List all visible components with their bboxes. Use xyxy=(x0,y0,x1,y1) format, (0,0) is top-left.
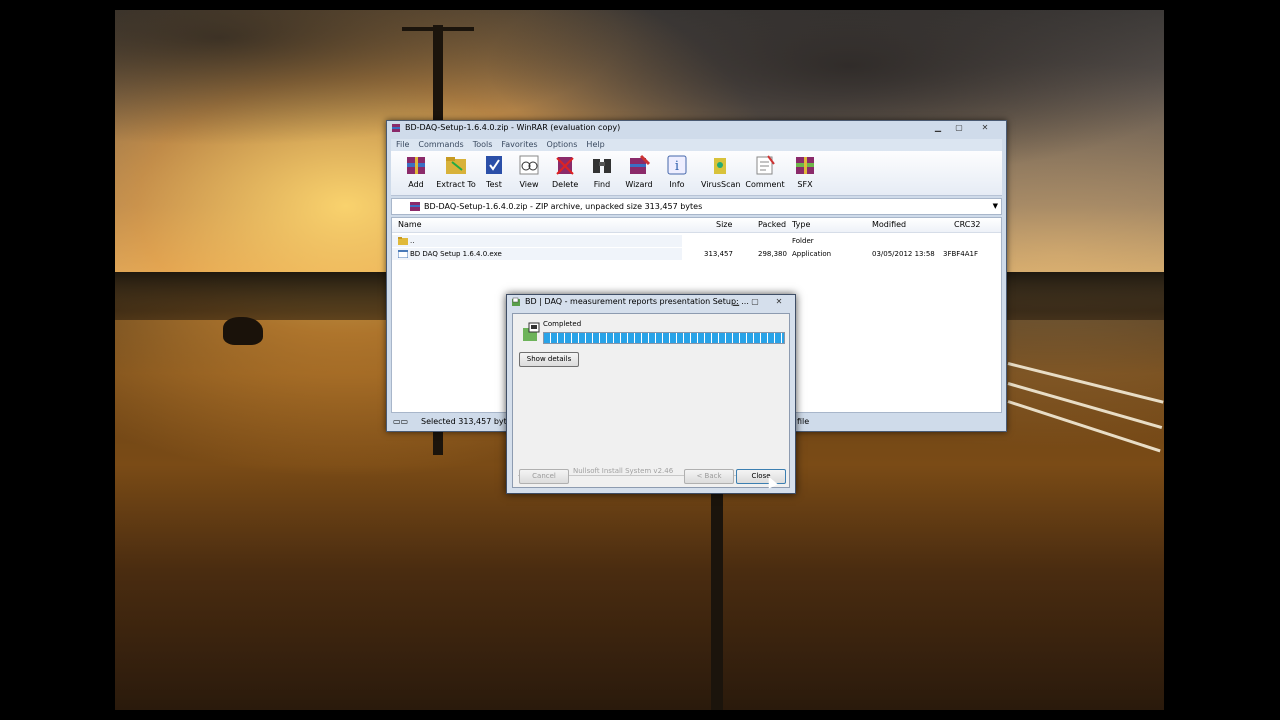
add-label: Add xyxy=(408,180,424,189)
installer-package-icon xyxy=(523,322,540,341)
winrar-titlebar[interactable]: BD-DAQ-Setup-1.6.4.0.zip - WinRAR (evalu… xyxy=(387,121,1006,135)
find-button[interactable]: Find xyxy=(589,154,615,189)
info-icon: i xyxy=(667,155,687,175)
view-button[interactable]: View xyxy=(516,154,542,189)
wizard-label: Wizard xyxy=(625,180,653,189)
utility-pole-lower xyxy=(711,470,723,710)
status-right: file xyxy=(797,417,810,426)
menu-file[interactable]: File xyxy=(396,139,409,151)
row-packed: 298,380 xyxy=(758,250,787,258)
extract-to-button[interactable]: Extract To xyxy=(436,154,476,189)
utility-pole-crossbar xyxy=(402,27,474,31)
view-icon xyxy=(519,155,539,175)
virusscan-icon xyxy=(714,158,726,174)
info-label: Info xyxy=(669,180,685,189)
cancel-button[interactable]: Cancel xyxy=(519,469,569,484)
virusscan-button[interactable]: VirusScan xyxy=(701,154,741,189)
sfx-button[interactable]: SFX xyxy=(793,154,817,189)
test-icon xyxy=(486,156,502,174)
extract-folder-icon xyxy=(446,157,466,174)
toolbar: Add Extract To Test View Delete Find Wiz… xyxy=(391,151,1002,196)
maximize-button[interactable]: ▢ xyxy=(949,122,969,133)
path-text: BD-DAQ-Setup-1.6.4.0.zip - ZIP archive, … xyxy=(424,202,703,211)
add-button[interactable]: Add xyxy=(401,154,431,189)
installer-close-window-button[interactable]: ✕ xyxy=(765,296,793,307)
svg-text:i: i xyxy=(675,159,679,174)
menu-favorites[interactable]: Favorites xyxy=(501,139,537,151)
installer-maximize-button[interactable]: ▢ xyxy=(746,296,764,307)
col-type[interactable]: Type xyxy=(792,218,810,232)
info-button[interactable]: i Info xyxy=(665,154,689,189)
fence-rail xyxy=(1007,400,1161,453)
comment-button[interactable]: Comment xyxy=(745,154,785,189)
minimize-button[interactable]: ▁ xyxy=(928,122,948,133)
status-completed: Completed xyxy=(543,320,582,328)
archive-icon xyxy=(410,202,420,211)
close-button[interactable]: Close xyxy=(736,469,786,484)
col-name[interactable]: Name xyxy=(398,218,422,232)
path-bar[interactable]: BD-DAQ-Setup-1.6.4.0.zip - ZIP archive, … xyxy=(391,198,1002,215)
installer-titlebar[interactable]: BD | DAQ - measurement reports presentat… xyxy=(507,295,795,309)
test-button[interactable]: Test xyxy=(481,154,507,189)
nsis-branding: Nullsoft Install System v2.46 xyxy=(573,467,674,475)
row-name: BD DAQ Setup 1.6.4.0.exe xyxy=(410,250,502,258)
row-modified: 03/05/2012 13:58 xyxy=(872,250,935,258)
comment-label: Comment xyxy=(745,180,785,189)
comment-icon xyxy=(756,155,775,175)
row-name: .. xyxy=(410,237,415,245)
installer-minimize-button[interactable]: ▁ xyxy=(727,296,745,307)
delete-icon xyxy=(556,157,574,175)
row-type: Folder xyxy=(792,237,814,245)
sfx-label: SFX xyxy=(797,180,813,189)
menu-help[interactable]: Help xyxy=(586,139,604,151)
virusscan-label: VirusScan xyxy=(701,180,741,189)
winrar-title: BD-DAQ-Setup-1.6.4.0.zip - WinRAR (evalu… xyxy=(405,123,621,132)
installer-dialog: BD | DAQ - measurement reports presentat… xyxy=(506,294,796,494)
drive-icon: ▭▭ xyxy=(393,417,409,426)
folder-up-icon xyxy=(398,237,408,245)
menu-options[interactable]: Options xyxy=(547,139,578,151)
close-window-button[interactable]: ✕ xyxy=(970,122,1000,133)
menu-bar: File Commands Tools Favorites Options He… xyxy=(391,139,1002,151)
delete-button[interactable]: Delete xyxy=(552,154,578,189)
fence-rail xyxy=(1007,382,1163,430)
back-button[interactable]: < Back xyxy=(684,469,734,484)
menu-commands[interactable]: Commands xyxy=(418,139,463,151)
progress-bar xyxy=(543,332,785,344)
wizard-icon xyxy=(630,154,651,174)
show-details-button[interactable]: Show details xyxy=(519,352,579,367)
installer-client-area: Completed Show details Nullsoft Install … xyxy=(512,313,790,488)
binoculars-icon xyxy=(593,159,611,173)
wizard-button[interactable]: Wizard xyxy=(623,154,655,189)
view-label: View xyxy=(519,180,539,189)
exe-file-icon xyxy=(398,250,408,258)
find-label: Find xyxy=(593,180,611,189)
sfx-icon xyxy=(796,157,814,174)
installer-icon xyxy=(512,297,520,306)
installer-title: BD | DAQ - measurement reports presentat… xyxy=(525,297,749,306)
fence-rail xyxy=(1007,362,1164,404)
row-crc32: 3FBF4A1F xyxy=(943,250,979,258)
add-archive-icon xyxy=(407,157,425,174)
col-packed[interactable]: Packed xyxy=(758,218,786,232)
horse-silhouette xyxy=(223,317,263,345)
col-modified[interactable]: Modified xyxy=(872,218,906,232)
progress-fill xyxy=(544,333,784,343)
col-size[interactable]: Size xyxy=(716,218,732,232)
row-size: 313,457 xyxy=(704,250,733,258)
extract-to-label: Extract To xyxy=(436,180,476,189)
delete-label: Delete xyxy=(552,180,579,189)
table-row[interactable] xyxy=(392,235,682,247)
path-dropdown-icon[interactable]: ▼ xyxy=(993,199,998,214)
row-type: Application xyxy=(792,250,832,258)
menu-tools[interactable]: Tools xyxy=(473,139,493,151)
winrar-icon xyxy=(392,124,400,132)
test-label: Test xyxy=(486,180,502,189)
col-crc32[interactable]: CRC32 xyxy=(954,218,981,232)
column-header-bar xyxy=(392,218,1001,233)
